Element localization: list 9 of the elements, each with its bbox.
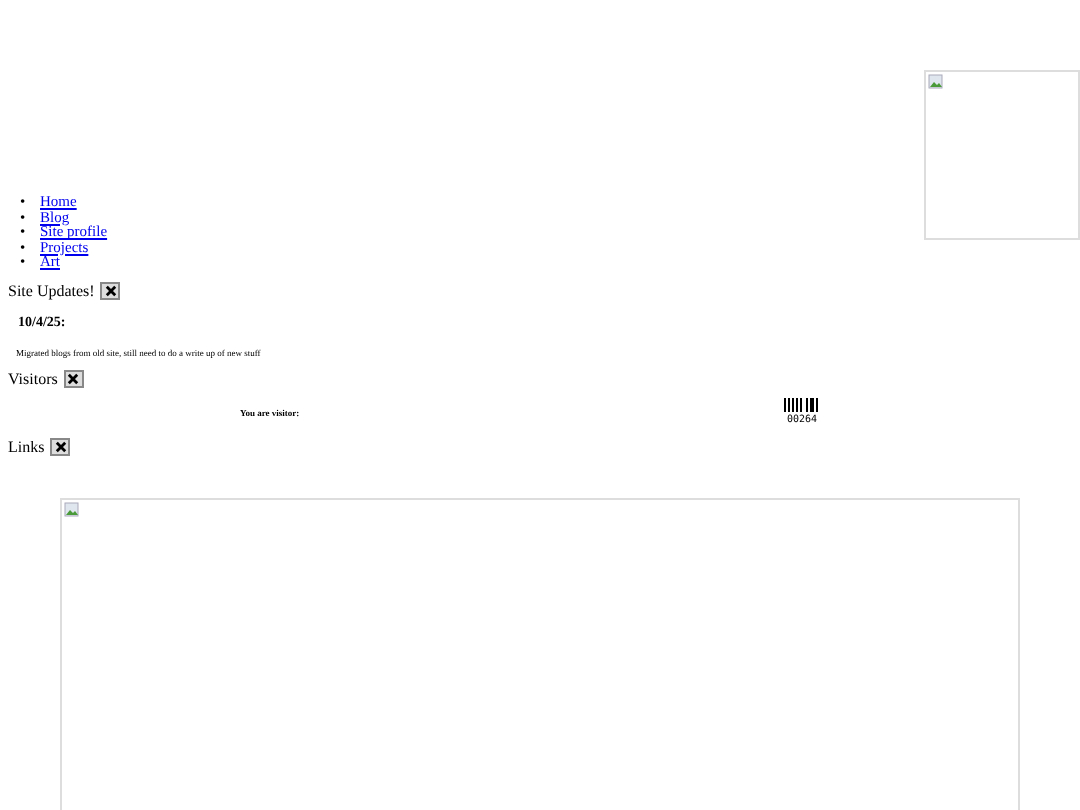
section-title: Site Updates! [8,281,95,300]
section-title: Links [8,437,45,456]
close-button[interactable] [100,281,121,300]
broken-image-icon [928,74,944,90]
broken-image-icon [64,501,80,518]
barcode-icon [784,397,820,412]
close-button[interactable] [63,369,84,388]
section-title: Visitors [8,369,58,388]
close-button[interactable] [50,437,71,456]
